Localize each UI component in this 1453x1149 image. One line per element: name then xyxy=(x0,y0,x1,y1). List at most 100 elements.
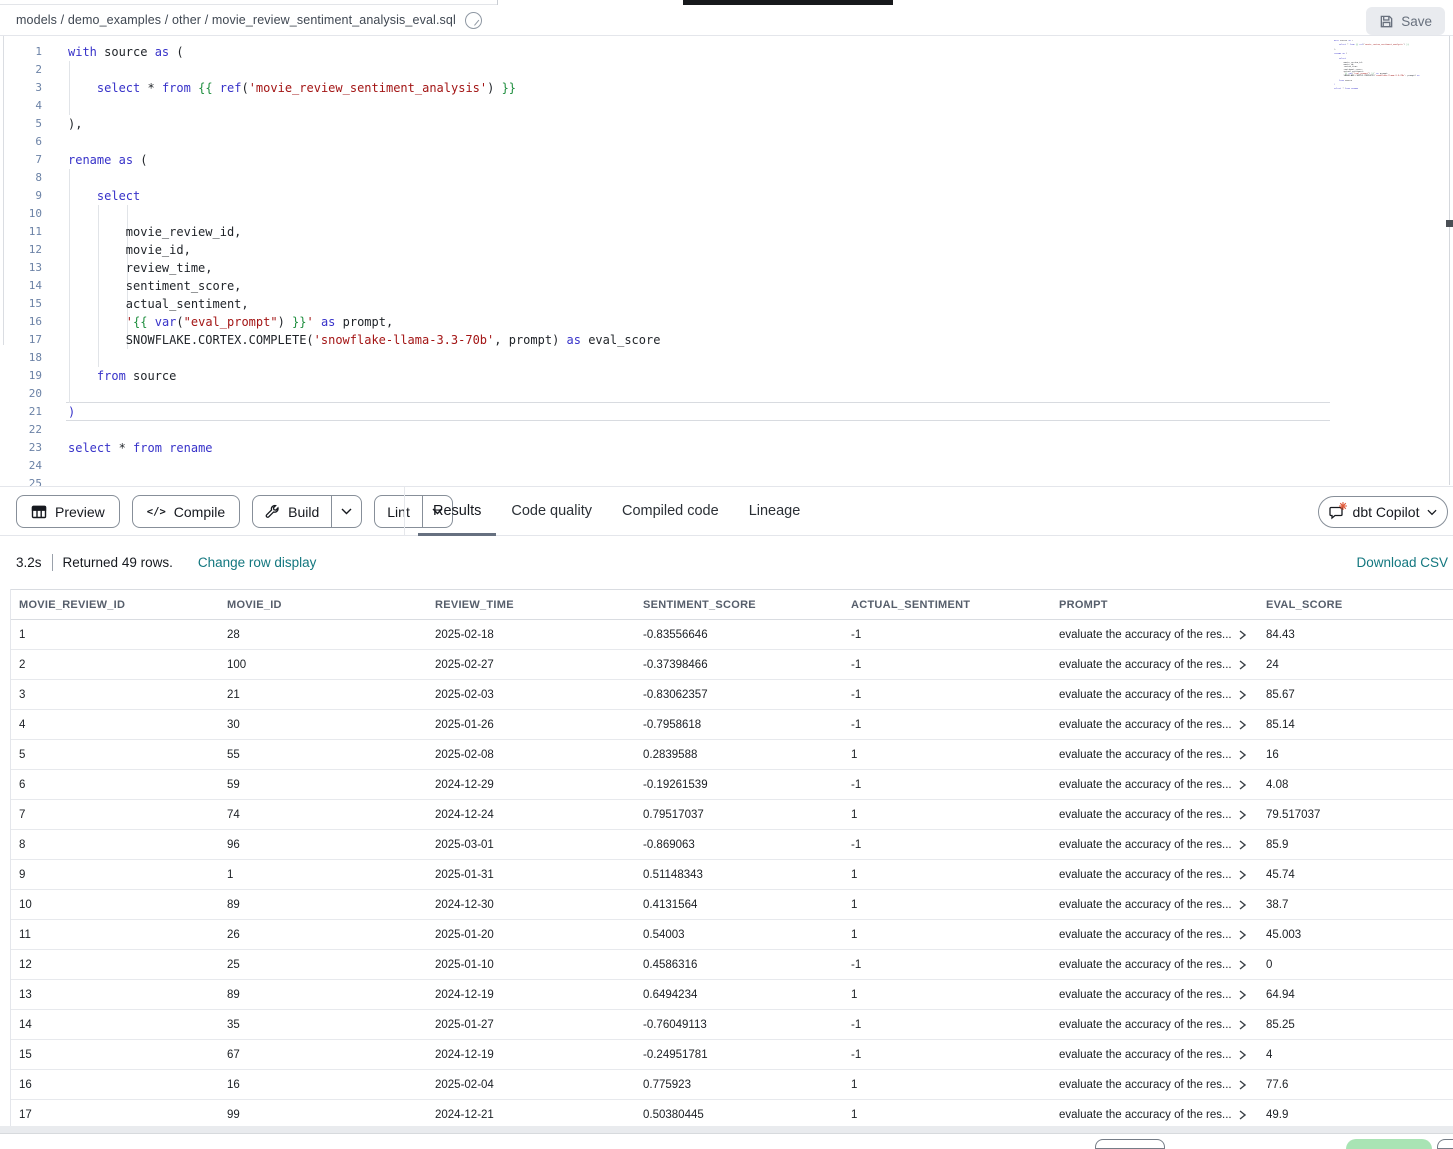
code-text: '{{ var("eval_prompt") }}' as prompt, xyxy=(68,313,393,331)
code-text: select xyxy=(68,187,140,205)
code-line[interactable]: 7rename as ( xyxy=(0,151,1453,169)
prompt-expand-button[interactable] xyxy=(1239,720,1246,730)
code-line[interactable]: 19 from source xyxy=(0,367,1453,385)
prompt-expand-button[interactable] xyxy=(1239,840,1246,850)
cell-eval-score: 4.08 xyxy=(1258,779,1453,791)
prompt-expand-button[interactable] xyxy=(1239,900,1246,910)
tab-results[interactable]: Results xyxy=(418,487,496,536)
code-line[interactable]: 5), xyxy=(0,115,1453,133)
download-csv-link[interactable]: Download CSV xyxy=(1356,536,1448,589)
prompt-expand-button[interactable] xyxy=(1239,630,1246,640)
partial-button[interactable] xyxy=(1095,1139,1165,1149)
code-line[interactable]: 6 xyxy=(0,133,1453,151)
editor-scrollbar-thumb[interactable] xyxy=(1446,220,1453,227)
code-line[interactable]: 8 xyxy=(0,169,1453,187)
prompt-expand-button[interactable] xyxy=(1239,810,1246,820)
change-row-display-link[interactable]: Change row display xyxy=(198,555,317,570)
code-line[interactable]: 1with source as ( xyxy=(0,43,1453,61)
prompt-expand-button[interactable] xyxy=(1239,750,1246,760)
prompt-expand-button[interactable] xyxy=(1239,930,1246,940)
prompt-expand-button[interactable] xyxy=(1239,660,1246,670)
code-text: actual_sentiment, xyxy=(68,295,249,313)
prompt-expand-button[interactable] xyxy=(1239,1050,1246,1060)
code-line[interactable]: 24 xyxy=(0,457,1453,475)
code-line[interactable]: 20 xyxy=(0,385,1453,403)
code-line[interactable]: 25 xyxy=(0,475,1453,486)
tab-compiled-code[interactable]: Compiled code xyxy=(607,487,734,536)
line-number: 22 xyxy=(0,421,42,439)
code-line[interactable]: 4 xyxy=(0,97,1453,115)
code-line[interactable]: 23select * from rename xyxy=(0,439,1453,457)
tab-lineage[interactable]: Lineage xyxy=(734,487,816,536)
code-line[interactable]: 11 movie_review_id, xyxy=(0,223,1453,241)
code-line[interactable]: 15 actual_sentiment, xyxy=(0,295,1453,313)
cell-prompt: evaluate the accuracy of the res... xyxy=(1051,719,1258,731)
cell-movie-id: 89 xyxy=(219,989,427,1001)
cell-actual-sentiment: 1 xyxy=(843,809,1051,821)
cell-sentiment-score: -0.24951781 xyxy=(635,1049,843,1061)
prompt-expand-button[interactable] xyxy=(1239,990,1246,1000)
cell-actual-sentiment: 1 xyxy=(843,869,1051,881)
cell-movie-id: 96 xyxy=(219,839,427,851)
cell-sentiment-score: 0.6494234 xyxy=(635,989,843,1001)
dbt-copilot-button[interactable]: dbt Copilot xyxy=(1318,496,1448,528)
cell-actual-sentiment: -1 xyxy=(843,1049,1051,1061)
partial-green-button[interactable] xyxy=(1346,1139,1432,1149)
prompt-expand-button[interactable] xyxy=(1239,1080,1246,1090)
code-text: review_time, xyxy=(68,259,213,277)
prompt-expand-button[interactable] xyxy=(1239,690,1246,700)
code-line[interactable]: 3 select * from {{ ref('movie_review_sen… xyxy=(0,79,1453,97)
tab-code-quality[interactable]: Code quality xyxy=(496,487,607,536)
code-line[interactable]: 9 select xyxy=(0,187,1453,205)
column-header: ACTUAL_SENTIMENT xyxy=(843,599,1051,611)
code-line[interactable]: 10 xyxy=(0,205,1453,223)
code-line[interactable]: 17 SNOWFLAKE.CORTEX.COMPLETE('snowflake-… xyxy=(0,331,1453,349)
prompt-expand-button[interactable] xyxy=(1239,1020,1246,1030)
editor-minimap[interactable]: with source as ( select * from {{ ref('m… xyxy=(1334,40,1420,94)
cell-prompt: evaluate the accuracy of the res... xyxy=(1051,659,1258,671)
code-line[interactable]: 16 '{{ var("eval_prompt") }}' as prompt, xyxy=(0,313,1453,331)
code-line[interactable]: 14 sentiment_score, xyxy=(0,277,1453,295)
cell-prompt: evaluate the accuracy of the res... xyxy=(1051,809,1258,821)
code-line[interactable]: 18 xyxy=(0,349,1453,367)
line-number: 24 xyxy=(0,457,42,475)
code-line[interactable]: 12 movie_id, xyxy=(0,241,1453,259)
code-text: ) xyxy=(68,403,75,421)
code-text: SNOWFLAKE.CORTEX.COMPLETE('snowflake-lla… xyxy=(68,331,660,349)
line-number: 15 xyxy=(0,295,42,313)
cell-eval-score: 64.94 xyxy=(1258,989,1453,1001)
preview-button[interactable]: Preview xyxy=(16,495,120,528)
cell-eval-score: 85.67 xyxy=(1258,689,1453,701)
prompt-expand-button[interactable] xyxy=(1239,780,1246,790)
cell-movie-review-id: 14 xyxy=(11,1019,219,1031)
build-menu-button[interactable] xyxy=(331,496,361,527)
table-row: 1282025-02-18-0.83556646-1evaluate the a… xyxy=(11,620,1453,650)
code-lines[interactable]: 1with source as (23 select * from {{ ref… xyxy=(0,43,1453,486)
table-row: 13892024-12-190.64942341evaluate the acc… xyxy=(11,980,1453,1010)
code-line[interactable]: 21) xyxy=(0,403,1453,421)
code-line[interactable]: 13 review_time, xyxy=(0,259,1453,277)
format-icon[interactable] xyxy=(465,12,482,29)
table-row: 912025-01-310.511483431evaluate the accu… xyxy=(11,860,1453,890)
prompt-expand-button[interactable] xyxy=(1239,1110,1246,1120)
line-number: 21 xyxy=(0,403,42,421)
prompt-expand-button[interactable] xyxy=(1239,870,1246,880)
cell-sentiment-score: 0.2839588 xyxy=(635,749,843,761)
breadcrumb[interactable]: models / demo_examples / other / movie_r… xyxy=(16,13,456,27)
build-button[interactable]: Build xyxy=(253,496,331,527)
code-line[interactable]: 2 xyxy=(0,61,1453,79)
partial-button[interactable] xyxy=(1437,1139,1453,1149)
cell-actual-sentiment: 1 xyxy=(843,749,1051,761)
code-editor[interactable]: 1with source as (23 select * from {{ ref… xyxy=(0,36,1453,486)
cell-sentiment-score: 0.775923 xyxy=(635,1079,843,1091)
horizontal-scrollbar[interactable] xyxy=(0,1126,1453,1134)
prompt-expand-button[interactable] xyxy=(1239,960,1246,970)
save-button[interactable]: Save xyxy=(1366,7,1445,35)
editor-scrollbar[interactable] xyxy=(1449,36,1450,485)
code-line[interactable]: 22 xyxy=(0,421,1453,439)
lint-button[interactable]: Lint xyxy=(375,496,422,527)
table-row: 6592024-12-29-0.19261539-1evaluate the a… xyxy=(11,770,1453,800)
compile-button[interactable]: </> Compile xyxy=(132,495,240,528)
results-meta-bar: 3.2s Returned 49 rows. Change row displa… xyxy=(0,536,1453,589)
code-text: select * from rename xyxy=(68,439,213,457)
